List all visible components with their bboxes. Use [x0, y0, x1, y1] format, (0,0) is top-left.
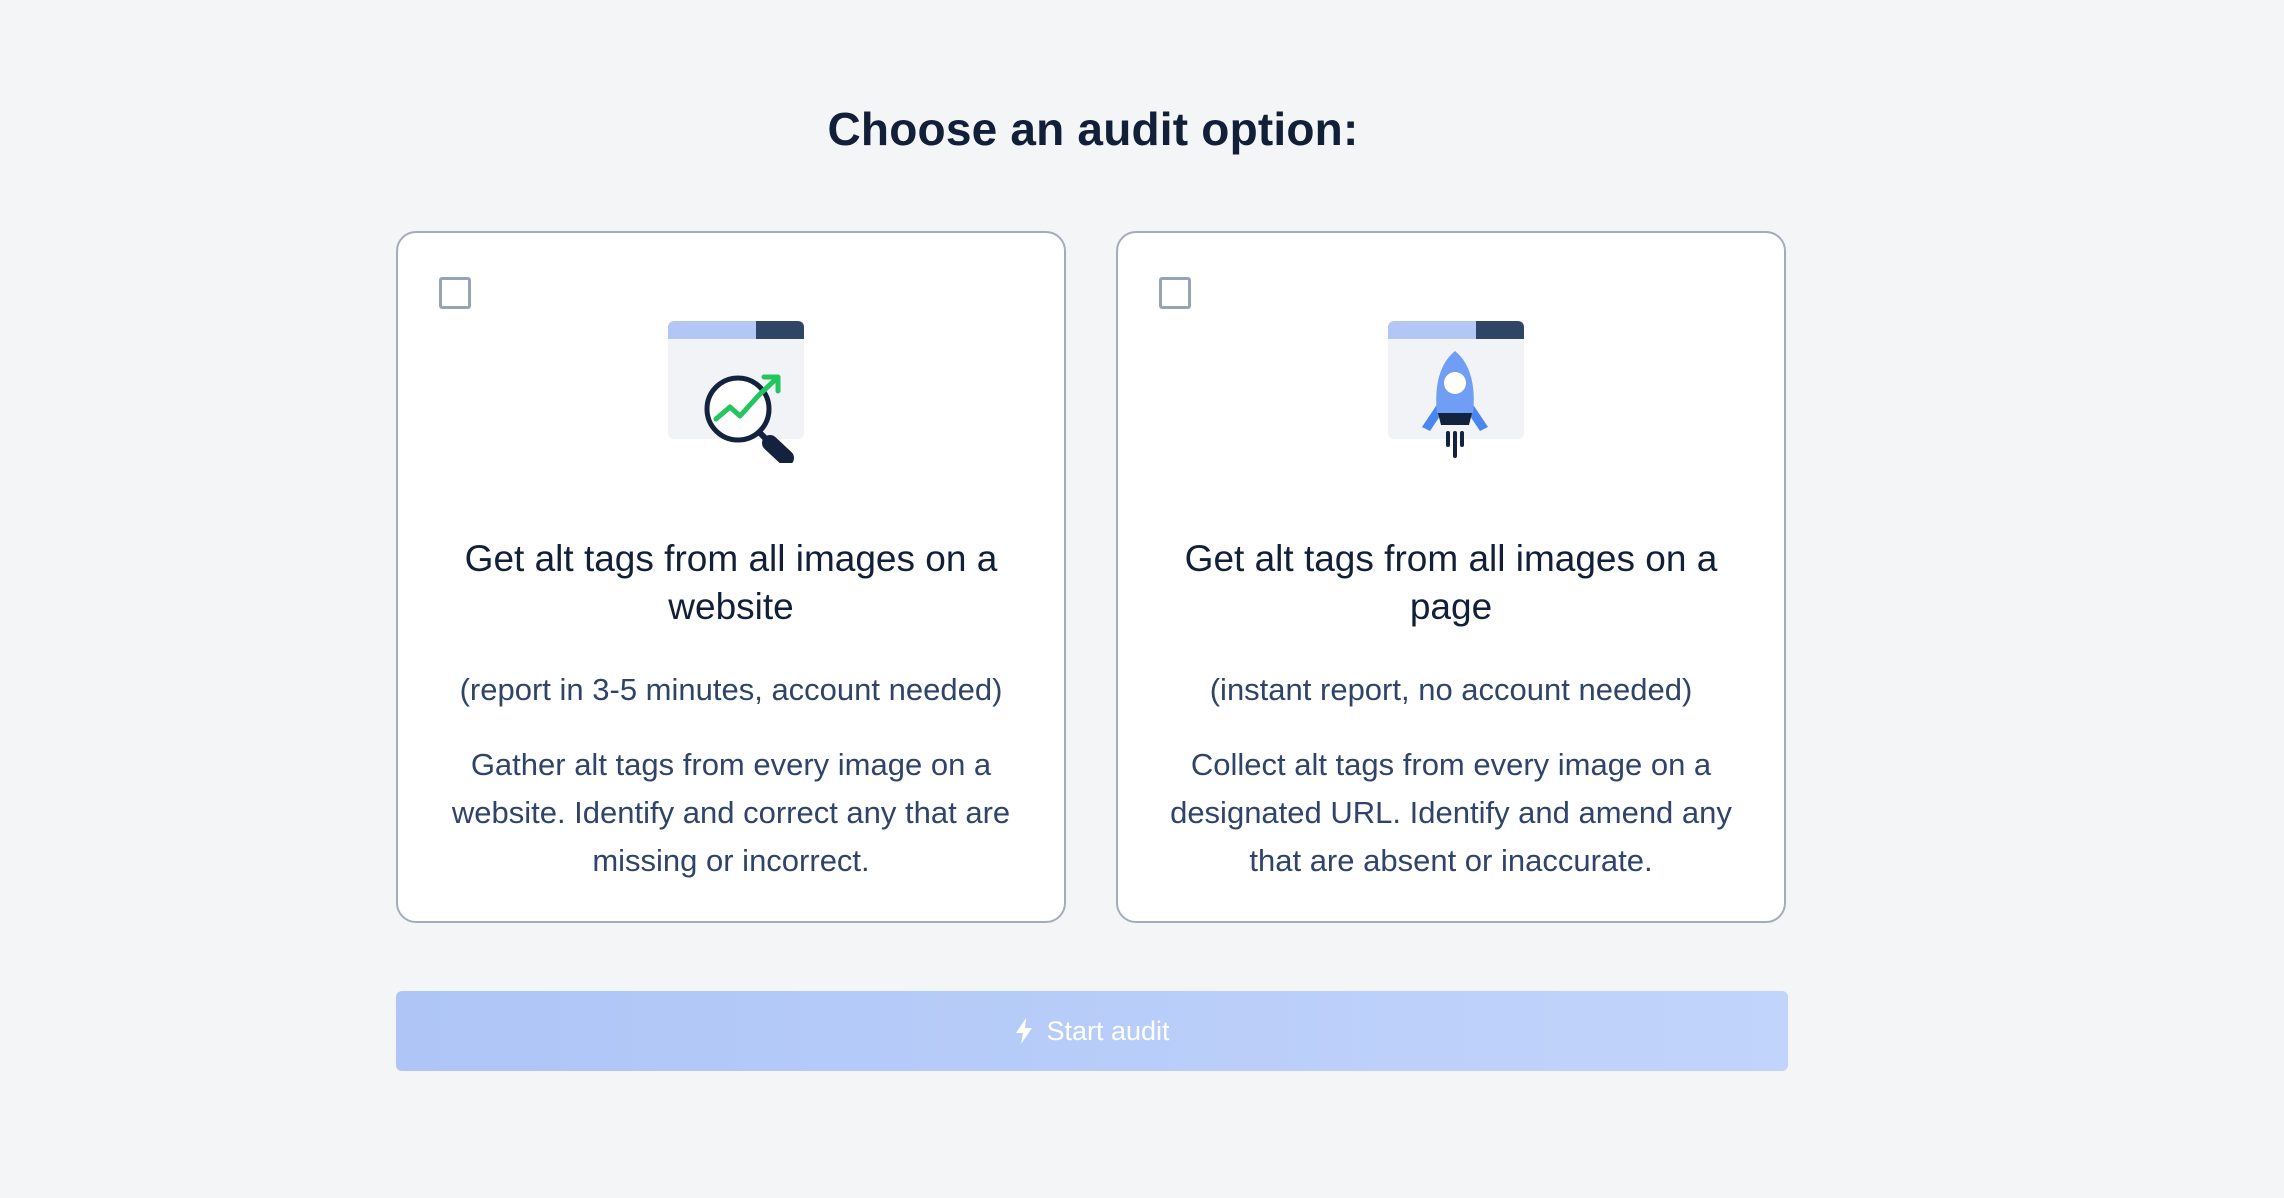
page-title: Choose an audit option:	[827, 103, 1359, 155]
option-description: Collect alt tags from every image on a d…	[1170, 747, 1732, 878]
rocket-launch-icon	[1380, 313, 1530, 463]
audit-option-page: Choose an audit option: Get alt tags fro…	[0, 0, 2284, 1198]
option-checkbox-website[interactable]	[439, 277, 471, 309]
start-audit-button[interactable]: Start audit	[396, 991, 1788, 1071]
option-card-page[interactable]: Get alt tags from all images on a page (…	[1116, 231, 1786, 923]
lightning-bolt-icon	[1014, 1017, 1034, 1045]
option-subtitle: (report in 3-5 minutes, account needed)	[459, 672, 1003, 707]
option-title: Get alt tags from all images on a websit…	[464, 538, 998, 627]
option-checkbox-page[interactable]	[1159, 277, 1191, 309]
start-audit-label: Start audit	[1046, 1015, 1170, 1046]
magnifier-growth-chart-icon	[660, 313, 810, 463]
option-subtitle: (instant report, no account needed)	[1209, 672, 1693, 707]
option-card-website[interactable]: Get alt tags from all images on a websit…	[396, 231, 1066, 923]
option-description: Gather alt tags from every image on a we…	[451, 747, 1011, 878]
option-title: Get alt tags from all images on a page	[1184, 538, 1718, 627]
